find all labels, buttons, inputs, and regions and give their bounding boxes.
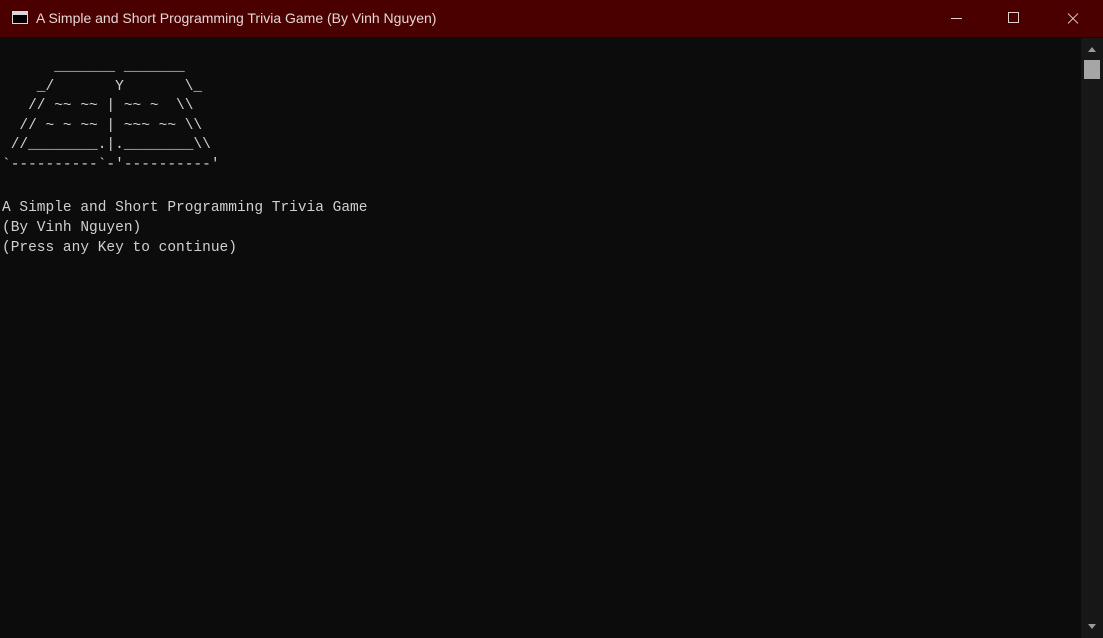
console-window: A Simple and Short Programming Trivia Ga… [0, 0, 1103, 638]
console-icon[interactable] [12, 11, 28, 24]
game-title-line: A Simple and Short Programming Trivia Ga… [2, 200, 368, 216]
scroll-thumb[interactable] [1084, 60, 1100, 79]
close-icon[interactable] [1043, 0, 1101, 38]
vertical-scrollbar[interactable] [1081, 38, 1103, 638]
scroll-down-arrow-icon[interactable] [1088, 624, 1096, 629]
continue-prompt-line: (Press any Key to continue) [2, 240, 237, 256]
book-ascii-art: _______ _______ _/ Y \_ // ~~ ~~ | ~~ ~ … [2, 59, 220, 173]
minimize-icon[interactable] [928, 0, 986, 38]
title-bar[interactable]: A Simple and Short Programming Trivia Ga… [0, 0, 1103, 38]
maximize-icon[interactable] [985, 0, 1043, 38]
scroll-up-arrow-icon[interactable] [1088, 47, 1096, 52]
console-output[interactable]: _______ _______ _/ Y \_ // ~~ ~~ | ~~ ~ … [2, 40, 1080, 638]
author-line: (By Vinh Nguyen) [2, 220, 142, 236]
window-title: A Simple and Short Programming Trivia Ga… [36, 10, 437, 26]
